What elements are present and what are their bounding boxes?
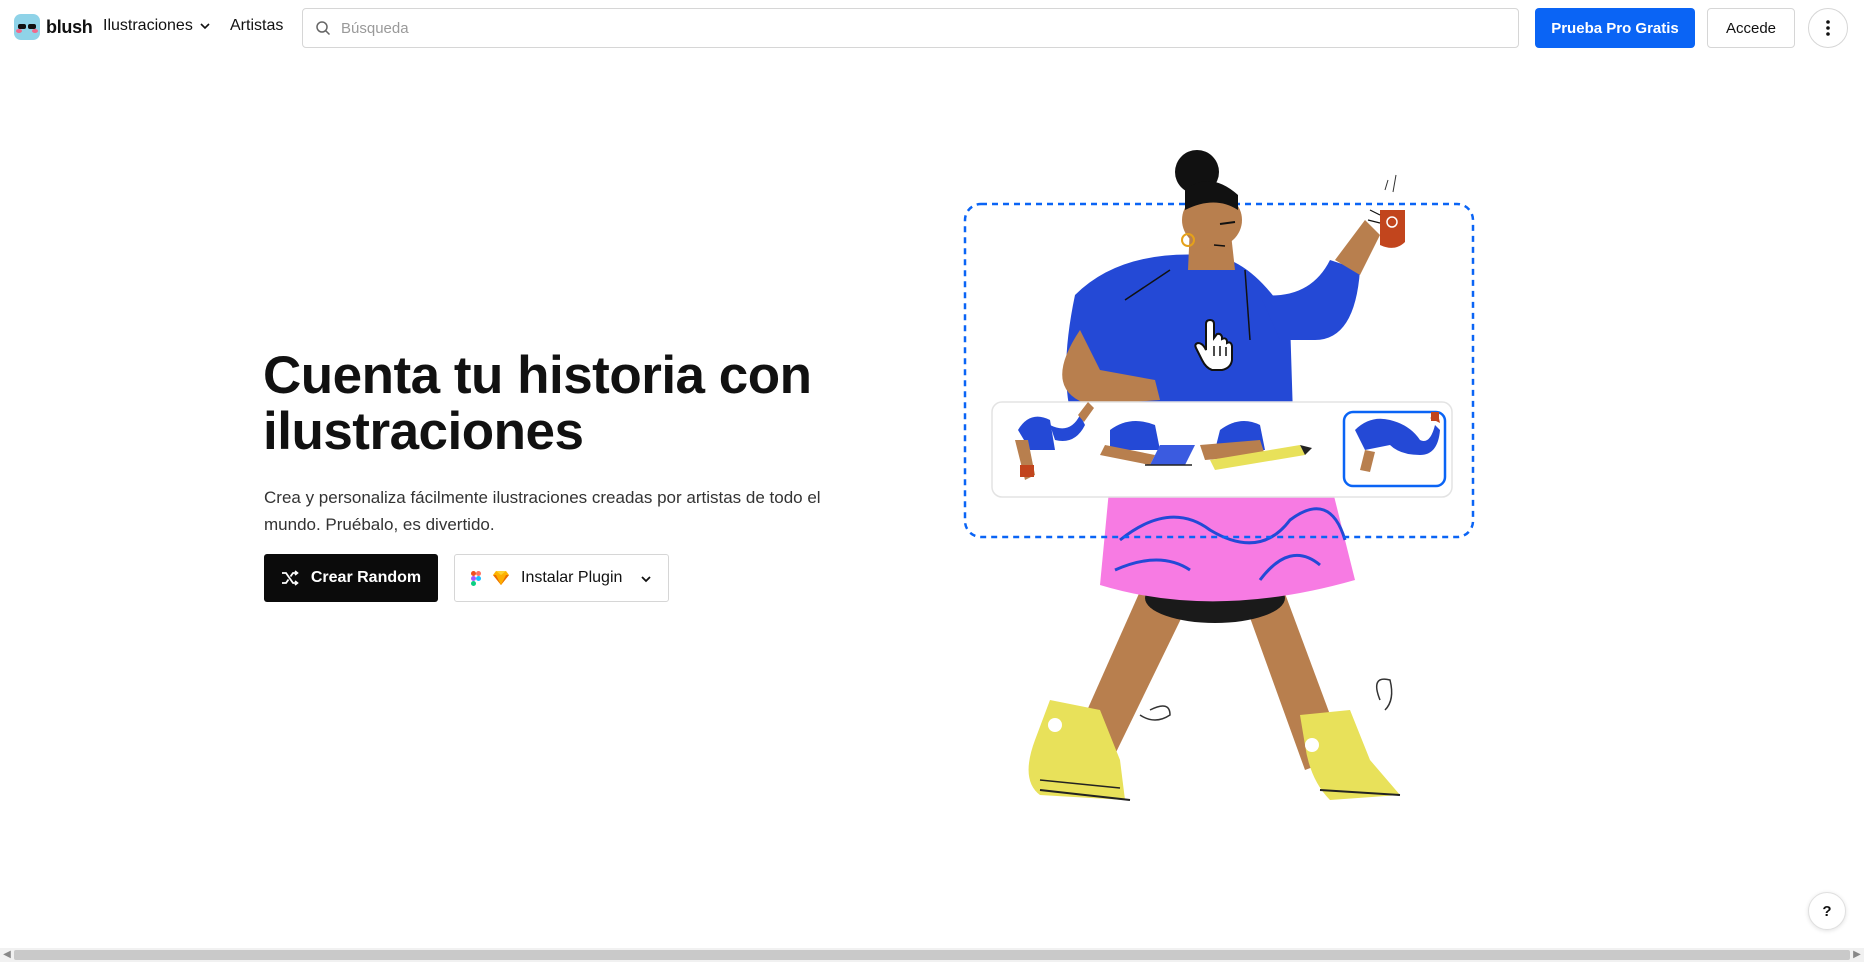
help-button[interactable]: ? <box>1808 892 1846 930</box>
logo-text: blush <box>46 16 93 37</box>
chevron-down-icon <box>641 576 651 583</box>
create-random-label: Crear Random <box>310 569 422 586</box>
blush-logo-icon <box>14 14 40 40</box>
scroll-left-icon[interactable]: ◀ <box>1 949 13 960</box>
nav-artists[interactable]: Artistas <box>230 17 283 35</box>
login-button[interactable]: Accede <box>1707 8 1795 48</box>
install-plugin-button[interactable]: Instalar Plugin <box>454 554 669 602</box>
nav-illustrations-label: Ilustraciones <box>103 17 193 34</box>
search-input[interactable] <box>341 19 1491 37</box>
hero-title: Cuenta tu historia con ilustraciones <box>263 346 812 461</box>
figma-icon <box>471 570 481 586</box>
hero-illustration <box>963 150 1475 801</box>
chevron-down-icon <box>200 23 210 30</box>
vertical-dots-icon <box>1826 20 1830 36</box>
blush-logo[interactable]: blush <box>14 14 93 40</box>
nav-artists-label: Artistas <box>230 17 284 34</box>
top-navbar: blush Ilustraciones Artistas Prueba Pro … <box>0 0 1864 56</box>
more-menu-button[interactable] <box>1808 8 1848 48</box>
hero-subtitle: Crea y personaliza fácilmente ilustracio… <box>264 488 821 534</box>
shuffle-icon <box>281 570 299 586</box>
search-icon <box>316 21 331 36</box>
sketch-icon <box>493 571 509 585</box>
horizontal-scrollbar[interactable]: ◀ ▶ <box>0 948 1864 962</box>
scroll-right-icon[interactable]: ▶ <box>1851 949 1863 960</box>
try-pro-button[interactable]: Prueba Pro Gratis <box>1535 8 1695 48</box>
scrollbar-thumb[interactable] <box>14 950 1850 960</box>
install-plugin-label: Instalar Plugin <box>521 569 623 586</box>
nav-illustrations[interactable]: Ilustraciones <box>103 17 211 35</box>
search-bar[interactable] <box>302 8 1519 48</box>
create-random-button[interactable]: Crear Random <box>264 554 438 602</box>
